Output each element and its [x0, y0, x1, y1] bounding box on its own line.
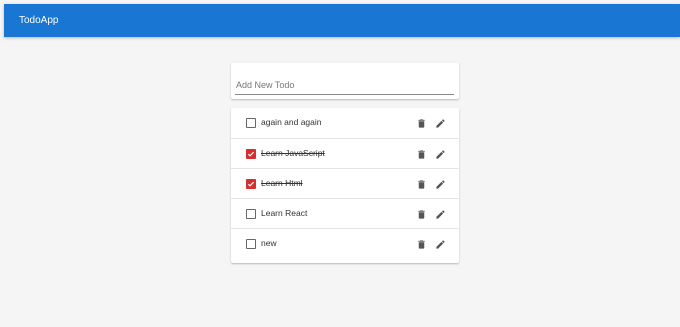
- delete-button[interactable]: [414, 177, 428, 191]
- app-title: TodoApp: [19, 15, 59, 26]
- todo-label: again and again: [261, 117, 322, 127]
- todo-item: new: [231, 228, 459, 258]
- todo-item: again and again: [231, 108, 459, 138]
- trash-icon: [417, 149, 425, 159]
- delete-button[interactable]: [414, 237, 428, 251]
- todo-checkbox[interactable]: [246, 239, 256, 249]
- trash-icon: [417, 209, 425, 219]
- pencil-icon: [435, 149, 445, 159]
- app-bar: TodoApp: [4, 4, 680, 37]
- checkmark-icon: [247, 151, 255, 157]
- todo-list: again and again Learn JavaScript Learn H…: [231, 108, 459, 263]
- todo-label: Learn JavaScript: [261, 148, 325, 158]
- checkmark-icon: [247, 181, 255, 187]
- edit-button[interactable]: [433, 147, 447, 161]
- pencil-icon: [435, 179, 445, 189]
- delete-button[interactable]: [414, 147, 428, 161]
- pencil-icon: [435, 239, 445, 249]
- delete-button[interactable]: [414, 116, 428, 130]
- todo-label: new: [261, 238, 277, 248]
- edit-button[interactable]: [433, 237, 447, 251]
- todo-checkbox[interactable]: [246, 209, 256, 219]
- todo-checkbox[interactable]: [246, 118, 256, 128]
- add-todo-input[interactable]: [235, 77, 454, 95]
- edit-button[interactable]: [433, 116, 447, 130]
- trash-icon: [417, 179, 425, 189]
- todo-checkbox[interactable]: [246, 149, 256, 159]
- delete-button[interactable]: [414, 207, 428, 221]
- trash-icon: [417, 118, 425, 128]
- pencil-icon: [435, 118, 445, 128]
- todo-label: Learn Html: [261, 178, 303, 188]
- pencil-icon: [435, 209, 445, 219]
- todo-label: Learn React: [261, 208, 308, 218]
- edit-button[interactable]: [433, 177, 447, 191]
- todo-item: Learn JavaScript: [231, 138, 459, 168]
- add-todo-card: [231, 63, 459, 99]
- todo-checkbox[interactable]: [246, 179, 256, 189]
- edit-button[interactable]: [433, 207, 447, 221]
- trash-icon: [417, 239, 425, 249]
- todo-item: Learn Html: [231, 168, 459, 198]
- todo-item: Learn React: [231, 198, 459, 228]
